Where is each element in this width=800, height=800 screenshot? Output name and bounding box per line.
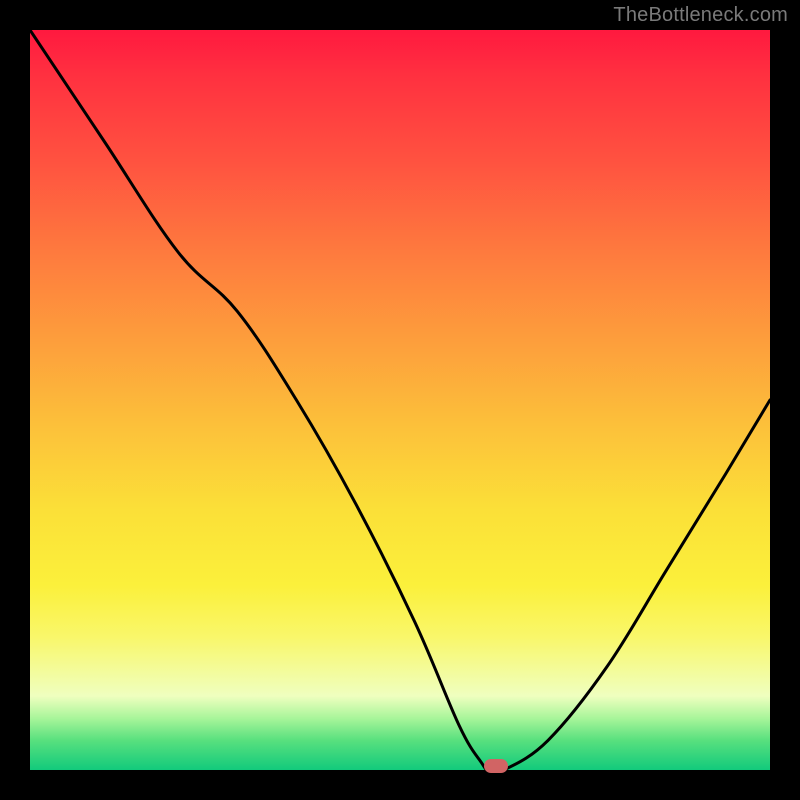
watermark-text: TheBottleneck.com xyxy=(613,4,788,27)
chart-frame: TheBottleneck.com xyxy=(0,0,800,800)
optimal-marker xyxy=(484,759,508,773)
plot-area xyxy=(30,30,770,770)
bottleneck-curve xyxy=(30,30,770,770)
